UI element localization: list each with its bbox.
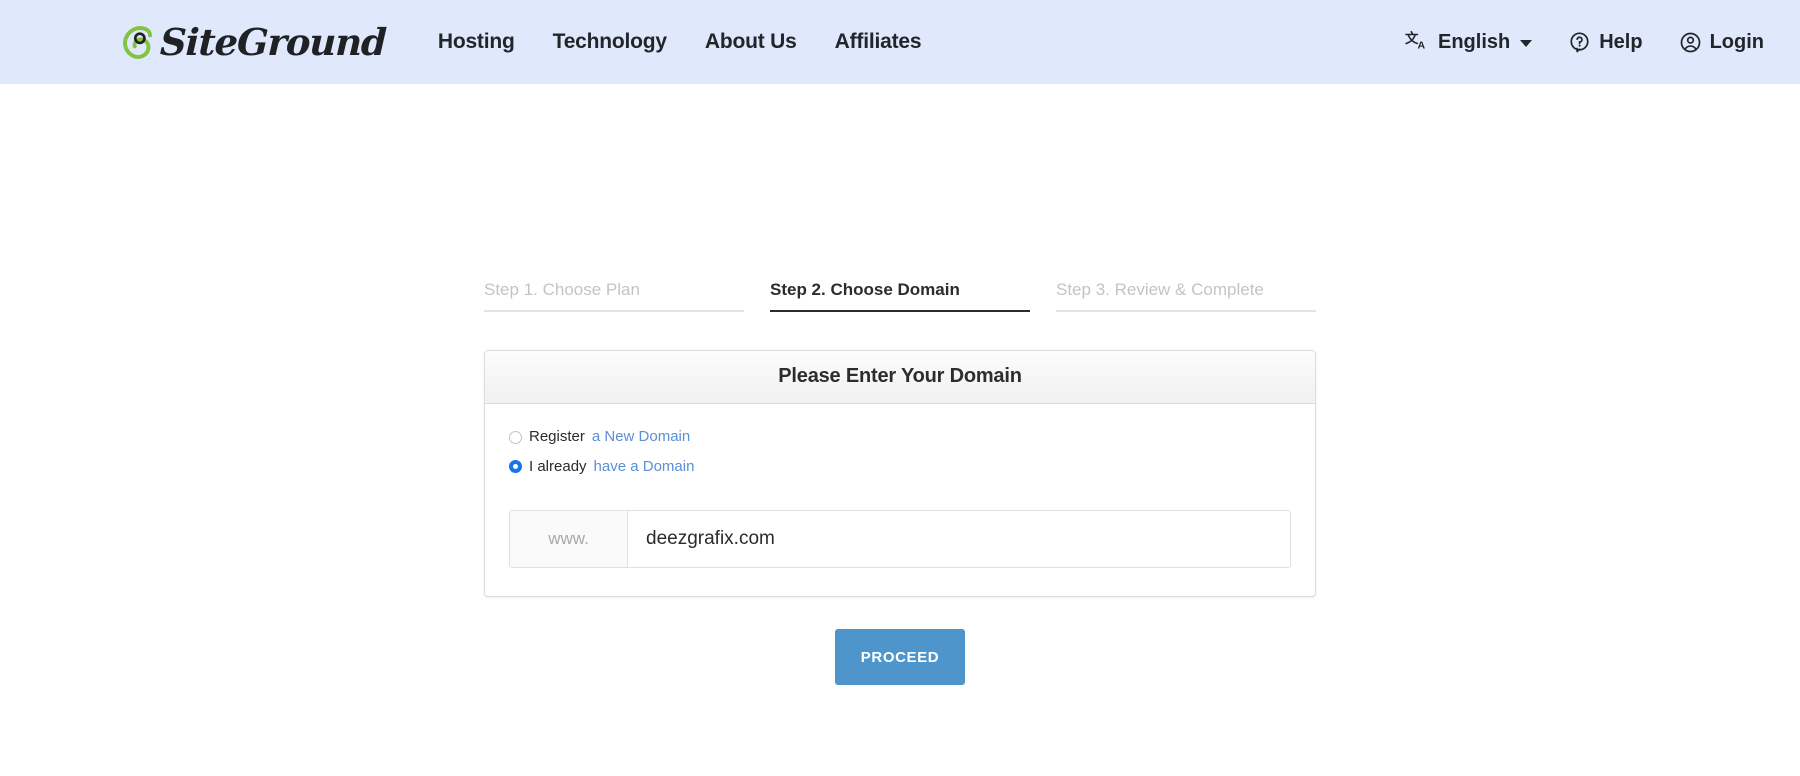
domain-card: Please Enter Your Domain Register a New … (484, 350, 1316, 597)
siteground-spiral-logo-icon (122, 25, 158, 60)
wizard-step-3-review-complete[interactable]: Step 3. Review & Complete (1056, 280, 1316, 312)
radio-indicator-checked[interactable] (509, 460, 522, 473)
proceed-button-row: PROCEED (484, 629, 1316, 685)
domain-input[interactable] (628, 511, 1290, 567)
link-a-new-domain[interactable]: a New Domain (592, 426, 690, 449)
wizard-step-1-choose-plan[interactable]: Step 1. Choose Plan (484, 280, 744, 312)
siteground-logo[interactable]: SiteGround (122, 24, 386, 61)
radio-option-already-have-domain[interactable]: I already have a Domain (509, 456, 694, 479)
primary-navigation: Hosting Technology About Us Affiliates (438, 30, 921, 54)
utility-navigation: 文 A English Help (1405, 30, 1764, 54)
question-bubble-icon (1568, 31, 1591, 54)
user-circle-icon (1679, 31, 1702, 54)
chevron-down-icon (1520, 40, 1532, 47)
domain-card-title: Please Enter Your Domain (485, 351, 1315, 404)
login-link[interactable]: Login (1679, 31, 1764, 54)
brand-name: SiteGround (159, 24, 386, 61)
domain-input-prefix-www: www. (510, 511, 628, 567)
language-selector[interactable]: 文 A English (1405, 30, 1532, 54)
domain-card-body: Register a New Domain I already have a D… (485, 404, 1315, 596)
radio-option-register-new-domain[interactable]: Register a New Domain (509, 426, 690, 449)
language-label: English (1438, 31, 1510, 54)
nav-link-hosting[interactable]: Hosting (438, 30, 515, 54)
nav-link-affiliates[interactable]: Affiliates (835, 30, 922, 54)
wizard-steps: Step 1. Choose Plan Step 2. Choose Domai… (484, 280, 1316, 312)
wizard-step-2-choose-domain[interactable]: Step 2. Choose Domain (770, 280, 1030, 312)
link-have-a-domain[interactable]: have a Domain (594, 456, 695, 479)
main-content: Step 1. Choose Plan Step 2. Choose Domai… (0, 84, 1800, 685)
translate-icon: 文 A (1405, 30, 1430, 54)
radio-indicator-unchecked[interactable] (509, 431, 522, 444)
svg-text:A: A (1417, 40, 1425, 52)
help-label: Help (1599, 31, 1642, 54)
proceed-button[interactable]: PROCEED (835, 629, 965, 685)
radio-label-register: Register (529, 426, 585, 449)
site-header: SiteGround Hosting Technology About Us A… (0, 0, 1800, 84)
nav-link-about-us[interactable]: About Us (705, 30, 797, 54)
login-label: Login (1710, 31, 1764, 54)
checkout-wizard: Step 1. Choose Plan Step 2. Choose Domai… (484, 280, 1316, 685)
help-link[interactable]: Help (1568, 31, 1642, 54)
nav-link-technology[interactable]: Technology (553, 30, 667, 54)
domain-input-group: www. (509, 510, 1291, 568)
radio-label-i-already: I already (529, 456, 587, 479)
